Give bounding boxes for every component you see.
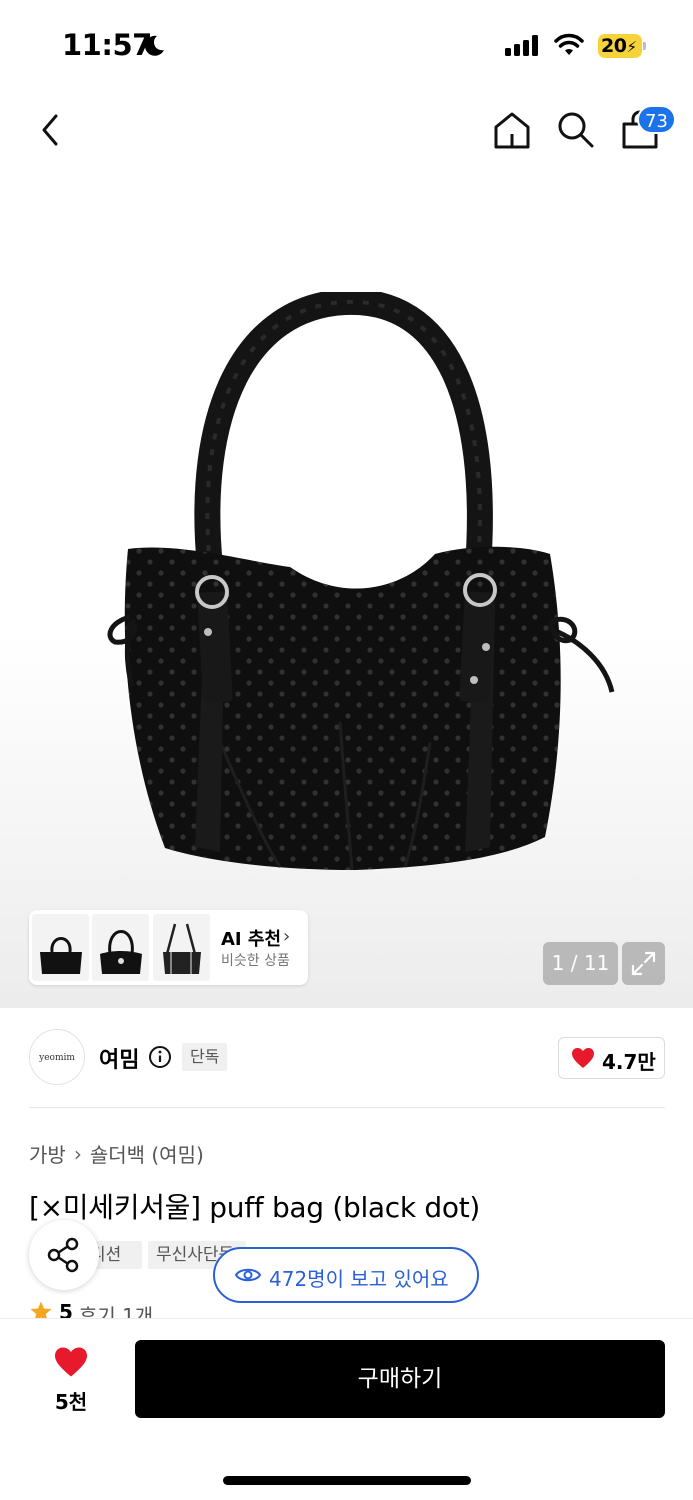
product-image-gallery[interactable] [0,172,693,1008]
home-icon[interactable] [492,110,532,150]
rating-score: 5 [59,1300,73,1318]
product-image [107,292,615,871]
wish-count: 5천 [54,1390,88,1414]
share-button[interactable] [29,1220,99,1290]
back-icon[interactable] [36,112,66,148]
status-bar: 11:57 20⚡ [0,0,693,92]
brand-like-count: 4.7만 [602,1050,656,1074]
chevron-right-icon: › [283,926,291,947]
ai-recommend-subtitle: 비슷한 상품 [221,953,290,969]
rating-row[interactable]: 5 후기 1개 [29,1300,153,1318]
star-icon [30,1301,52,1318]
brand-name[interactable]: 여밈 [99,1042,139,1074]
buy-button[interactable]: 구매하기 [135,1340,665,1418]
info-icon[interactable] [148,1045,172,1069]
ai-recommend-title[interactable]: AI 추천 [221,925,281,951]
viewer-count-text: 472명이 보고 있어요 [269,1267,449,1291]
thumbnail-3[interactable] [153,914,210,981]
brand-logo[interactable]: yeomim [29,1029,85,1085]
divider [29,1107,665,1108]
battery-level: 20 [601,35,627,57]
review-count[interactable]: 후기 1개 [79,1300,153,1318]
brand-like-button[interactable]: 4.7만 [558,1037,665,1079]
thumbnail-1[interactable] [32,914,89,981]
exclusive-badge: 단독 [182,1043,228,1071]
status-time: 11:57 [62,28,152,62]
heart-icon[interactable] [53,1346,89,1378]
expand-icon[interactable] [622,942,665,985]
breadcrumb-item-category[interactable]: 가방 [29,1139,66,1168]
image-pager: 1 / 11 [543,942,618,985]
eye-icon [235,1268,261,1282]
home-indicator [223,1476,471,1485]
heart-icon [572,1048,594,1068]
breadcrumb: 가방 › 숄더백 (여밈) [29,1139,204,1168]
thumbnail-2[interactable] [92,914,149,981]
signal-icon [505,34,538,56]
search-icon[interactable] [556,110,596,150]
chevron-right-icon: › [73,1141,82,1166]
battery-icon: 20⚡ [598,34,646,58]
breadcrumb-item-subcategory[interactable]: 숄더백 (여밈) [90,1139,204,1168]
moon-icon [144,35,164,56]
share-icon [47,1237,79,1273]
wifi-icon [554,33,584,55]
cart-count-badge: 73 [637,105,676,134]
viewer-count-pill: 472명이 보고 있어요 [213,1247,479,1303]
